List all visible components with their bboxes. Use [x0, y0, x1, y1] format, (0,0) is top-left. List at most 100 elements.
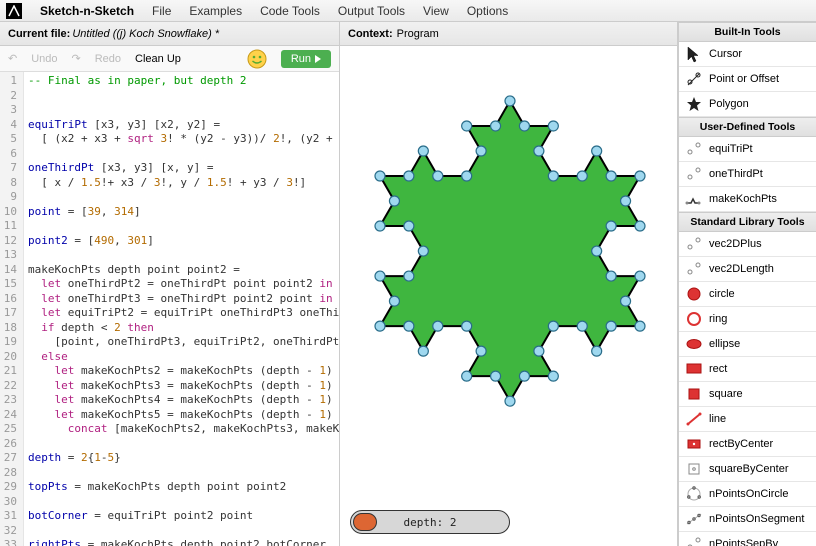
koch-vertex[interactable]: [418, 146, 428, 156]
koch-vertex[interactable]: [606, 321, 616, 331]
tool-cursor[interactable]: Cursor: [679, 42, 816, 67]
menu-view[interactable]: View: [423, 4, 449, 18]
koch-vertex[interactable]: [577, 321, 587, 331]
tool-makeKochPts[interactable]: makeKochPts: [679, 187, 816, 212]
tool-label: makeKochPts: [709, 193, 777, 205]
koch-vertex[interactable]: [635, 271, 645, 281]
koch-vertex[interactable]: [404, 321, 414, 331]
koch-vertex[interactable]: [592, 146, 602, 156]
koch-vertex[interactable]: [462, 171, 472, 181]
menu-examples[interactable]: Examples: [189, 4, 242, 18]
tool-vec2DPlus[interactable]: vec2DPlus: [679, 232, 816, 257]
koch-vertex[interactable]: [548, 121, 558, 131]
tool-vec2DLength[interactable]: vec2DLength: [679, 257, 816, 282]
koch-vertex[interactable]: [389, 296, 399, 306]
tool-rect[interactable]: rect: [679, 357, 816, 382]
koch-vertex[interactable]: [635, 171, 645, 181]
koch-vertex[interactable]: [621, 196, 631, 206]
tool-point-or-offset[interactable]: Point or Offset: [679, 67, 816, 92]
tool-square[interactable]: square: [679, 382, 816, 407]
koch-vertex[interactable]: [519, 371, 529, 381]
koch-vertex[interactable]: [433, 321, 443, 331]
koch-vertex[interactable]: [592, 246, 602, 256]
koch-vertex[interactable]: [433, 171, 443, 181]
tool-nPointsOnSegment[interactable]: nPointsOnSegment: [679, 507, 816, 532]
run-button[interactable]: Run: [281, 50, 331, 68]
koch-vertex[interactable]: [404, 171, 414, 181]
koch-vertex[interactable]: [462, 121, 472, 131]
koch-vertex[interactable]: [592, 346, 602, 356]
play-icon: [315, 55, 321, 63]
squareByCenter-icon: [685, 460, 703, 478]
tool-ring[interactable]: ring: [679, 307, 816, 332]
tool-polygon[interactable]: Polygon: [679, 92, 816, 117]
redo-button[interactable]: Redo: [95, 53, 121, 65]
koch-vertex[interactable]: [635, 321, 645, 331]
tool-nPointsOnCircle[interactable]: nPointsOnCircle: [679, 482, 816, 507]
tool-label: rect: [709, 363, 727, 375]
tool-equiTriPt[interactable]: equiTriPt: [679, 137, 816, 162]
koch-vertex[interactable]: [519, 121, 529, 131]
menu-code-tools[interactable]: Code Tools: [260, 4, 320, 18]
koch-vertex[interactable]: [534, 346, 544, 356]
koch-vertex[interactable]: [491, 121, 501, 131]
cleanup-button[interactable]: Clean Up: [135, 53, 181, 65]
menu-options[interactable]: Options: [467, 4, 508, 18]
nPointsOnCircle-icon: [685, 485, 703, 503]
koch-vertex[interactable]: [548, 321, 558, 331]
editor-pane: Current file: Untitled ((j) Koch Snowfla…: [0, 22, 340, 546]
oneThirdPt-icon: [685, 165, 703, 183]
koch-vertex[interactable]: [389, 196, 399, 206]
tool-circle[interactable]: circle: [679, 282, 816, 307]
koch-vertex[interactable]: [491, 371, 501, 381]
koch-vertex[interactable]: [418, 346, 428, 356]
koch-vertex[interactable]: [534, 146, 544, 156]
ring-icon: [685, 310, 703, 328]
tool-label: vec2DLength: [709, 263, 774, 275]
tool-line[interactable]: line: [679, 407, 816, 432]
koch-vertex[interactable]: [476, 346, 486, 356]
tools-pane: Built-In ToolsCursorPoint or OffsetPolyg…: [678, 22, 816, 546]
koch-vertex[interactable]: [404, 221, 414, 231]
canvas-header: Context: Program: [340, 22, 677, 46]
tool-squareByCenter[interactable]: squareByCenter: [679, 457, 816, 482]
undo-button[interactable]: Undo: [31, 53, 57, 65]
koch-vertex[interactable]: [621, 296, 631, 306]
menu-output-tools[interactable]: Output Tools: [338, 4, 405, 18]
output-canvas[interactable]: depth: 2: [340, 46, 677, 546]
koch-vertex[interactable]: [606, 171, 616, 181]
koch-vertex[interactable]: [505, 96, 515, 106]
koch-vertex[interactable]: [505, 396, 515, 406]
tool-nPointsSepBy[interactable]: nPointsSepBy: [679, 532, 816, 546]
koch-vertex[interactable]: [635, 221, 645, 231]
tool-oneThirdPt[interactable]: oneThirdPt: [679, 162, 816, 187]
koch-vertex[interactable]: [606, 271, 616, 281]
koch-vertex[interactable]: [375, 221, 385, 231]
current-file-name: Untitled ((j) Koch Snowflake) *: [72, 28, 219, 40]
tool-label: equiTriPt: [709, 143, 753, 155]
koch-vertex[interactable]: [462, 321, 472, 331]
tool-label: nPointsSepBy: [709, 538, 778, 546]
slider-knob[interactable]: [353, 513, 377, 531]
depth-slider[interactable]: depth: 2: [350, 510, 510, 534]
tool-rectByCenter[interactable]: rectByCenter: [679, 432, 816, 457]
koch-vertex[interactable]: [462, 371, 472, 381]
koch-vertex[interactable]: [548, 171, 558, 181]
code-editor[interactable]: 1 2 3 4 5 6 7 8 9 10 11 12 13 14 15 16 1…: [0, 72, 339, 546]
koch-vertex[interactable]: [476, 146, 486, 156]
polygon-icon: [685, 95, 703, 113]
tool-ellipse[interactable]: ellipse: [679, 332, 816, 357]
koch-vertex[interactable]: [577, 171, 587, 181]
menu-file[interactable]: File: [152, 4, 171, 18]
tool-label: oneThirdPt: [709, 168, 763, 180]
koch-vertex[interactable]: [375, 171, 385, 181]
koch-vertex[interactable]: [606, 221, 616, 231]
koch-vertex[interactable]: [404, 271, 414, 281]
koch-vertex[interactable]: [418, 246, 428, 256]
koch-vertex[interactable]: [548, 371, 558, 381]
current-file-label: Current file:: [8, 28, 70, 40]
koch-vertex[interactable]: [375, 321, 385, 331]
koch-vertex[interactable]: [375, 271, 385, 281]
nPointsSepBy-icon: [685, 535, 703, 546]
tool-label: squareByCenter: [709, 463, 789, 475]
